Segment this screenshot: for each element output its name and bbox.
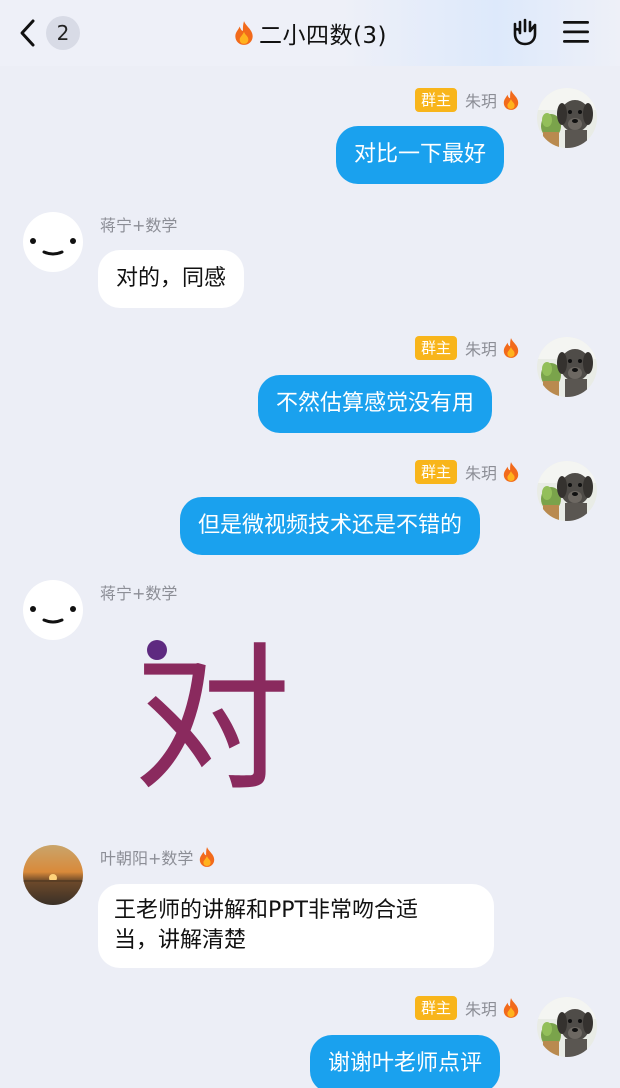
message-bubble[interactable]: 对的，同感 [98,250,245,308]
avatar[interactable] [537,997,597,1057]
avatar[interactable] [23,580,83,640]
owner-badge: 群主 [414,996,457,1020]
sticker-text: 对 [133,629,291,795]
message-meta: 蒋宁+数学 [100,579,177,605]
fire-icon [233,20,255,46]
avatar[interactable] [537,461,597,521]
sticker-message[interactable]: 对 [132,625,302,813]
sender-name: 朱玥 [464,1000,497,1019]
sender-name: 叶朝阳+数学 [100,849,194,868]
hand-gesture-icon[interactable] [508,16,540,48]
chat-header: 2 二小四数(3) [0,0,620,66]
message-bubble[interactable]: 谢谢叶老师点评 [310,1035,501,1088]
sender-name: 朱玥 [464,464,497,483]
sender-name: 蒋宁+数学 [100,584,178,603]
message-meta: 群主 朱玥 [300,459,520,485]
message-bubble[interactable]: 王老师的讲解和PPT非常吻合适 当，讲解清楚 [98,884,494,968]
message-meta: 群主 朱玥 [300,335,520,361]
message-bubble[interactable]: 对比一下最好 [336,126,505,184]
message-bubble[interactable]: 不然估算感觉没有用 [258,375,493,433]
fire-icon [198,846,216,868]
owner-badge: 群主 [414,336,457,360]
group-name: 二小四数(3) [258,23,388,49]
message-line: 当，讲解清楚 [114,928,247,953]
sender-name: 朱玥 [464,92,497,111]
owner-badge: 群主 [414,460,457,484]
message-bubble[interactable]: 但是微视频技术还是不错的 [180,497,481,555]
owner-badge: 群主 [414,88,457,112]
avatar[interactable] [537,337,597,397]
avatar[interactable] [23,212,83,272]
message-meta: 蒋宁+数学 [100,211,177,237]
avatar[interactable] [23,845,83,905]
message-line: 王老师的讲解和PPT非常吻合适 [114,898,418,923]
fire-icon [502,997,520,1019]
avatar[interactable] [537,88,597,148]
fire-icon [502,337,520,359]
menu-icon[interactable] [562,19,590,45]
message-meta: 群主 朱玥 [300,87,520,113]
message-meta: 群主 朱玥 [300,995,520,1021]
sender-name: 朱玥 [464,340,497,359]
message-meta: 叶朝阳+数学 [100,844,216,870]
fire-icon [502,89,520,111]
fire-icon [502,461,520,483]
sender-name: 蒋宁+数学 [100,216,178,235]
